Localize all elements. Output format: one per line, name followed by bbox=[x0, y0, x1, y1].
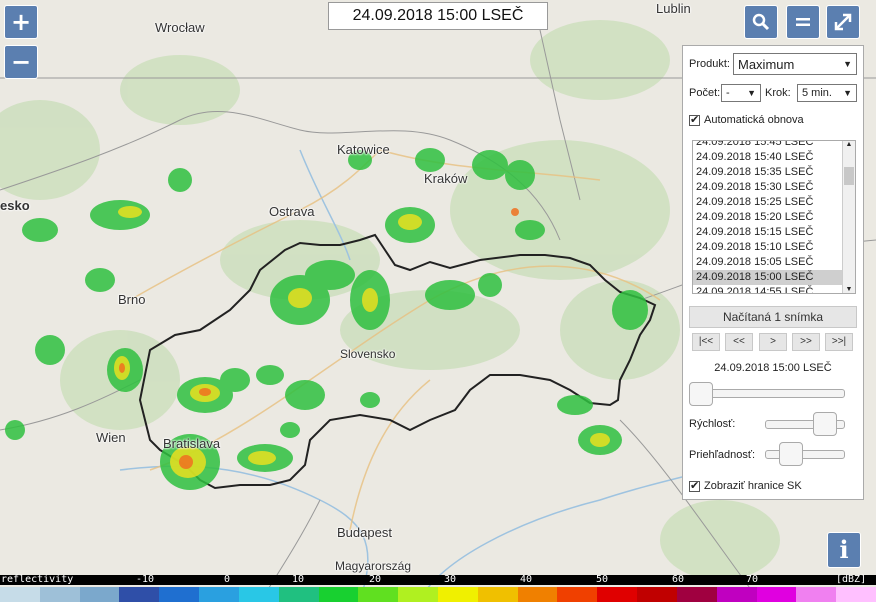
dropdown-arrow-icon: ▼ bbox=[747, 88, 756, 98]
scrollbar-thumb[interactable] bbox=[844, 167, 854, 185]
speed-label: Rýchlosť: bbox=[689, 418, 736, 430]
color-scale-swatch bbox=[836, 587, 876, 602]
timestamp-display: 24.09.2018 15:00 LSEČ bbox=[328, 2, 548, 30]
country-label: esko bbox=[0, 198, 30, 213]
menu-button[interactable] bbox=[786, 5, 820, 39]
time-list-item[interactable]: 24.09.2018 15:30 LSEČ bbox=[693, 180, 855, 195]
city-label: Katowice bbox=[337, 142, 390, 157]
color-scale-swatch bbox=[676, 587, 718, 602]
city-label: Ostrava bbox=[269, 204, 315, 219]
control-panel: Produkt: Maximum ▼ Počet: - ▼ Krok: 5 mi… bbox=[682, 45, 864, 500]
color-scale-swatch bbox=[597, 587, 639, 602]
time-list-item[interactable]: 24.09.2018 15:25 LSEČ bbox=[693, 195, 855, 210]
country-label: Slovensko bbox=[340, 347, 396, 361]
pocet-select[interactable]: - ▼ bbox=[721, 84, 761, 102]
time-list-item[interactable]: 24.09.2018 14:55 LSEČ bbox=[693, 285, 855, 293]
zoom-out-button[interactable]: − bbox=[4, 45, 38, 79]
city-label: Lublin bbox=[656, 1, 691, 16]
color-scale-swatch bbox=[159, 587, 201, 602]
menu-icon bbox=[796, 18, 810, 26]
search-button[interactable] bbox=[744, 5, 778, 39]
color-scale-swatch bbox=[39, 587, 81, 602]
color-scale-swatch bbox=[119, 587, 161, 602]
time-list-item[interactable]: 24.09.2018 15:35 LSEČ bbox=[693, 165, 855, 180]
time-slider[interactable] bbox=[691, 389, 845, 398]
krok-select[interactable]: 5 min. ▼ bbox=[797, 84, 857, 102]
city-label: Wien bbox=[96, 430, 126, 445]
scroll-up-icon[interactable]: ▲ bbox=[843, 141, 855, 148]
city-label: Wrocław bbox=[155, 20, 205, 35]
city-label: Budapest bbox=[337, 525, 392, 540]
color-scale-swatch bbox=[278, 587, 320, 602]
color-scale-swatch bbox=[238, 587, 280, 602]
produkt-label: Produkt: bbox=[689, 58, 730, 70]
color-scale-swatch bbox=[318, 587, 360, 602]
opacity-slider-handle[interactable] bbox=[779, 442, 803, 466]
time-list-scrollbar[interactable]: ▲ ▼ bbox=[842, 141, 855, 293]
search-icon bbox=[752, 13, 770, 31]
loaded-frames-button[interactable]: Načítaná 1 snímka bbox=[689, 306, 857, 328]
time-slider-handle[interactable] bbox=[689, 382, 713, 406]
fullscreen-button[interactable] bbox=[826, 5, 860, 39]
time-list-item[interactable]: 24.09.2018 15:10 LSEČ bbox=[693, 240, 855, 255]
color-scale-swatch bbox=[398, 587, 439, 602]
time-list-item[interactable]: 24.09.2018 15:20 LSEČ bbox=[693, 210, 855, 225]
scroll-down-icon[interactable]: ▼ bbox=[843, 286, 855, 293]
pocet-value: - bbox=[726, 87, 730, 99]
show-borders-label: Zobraziť hranice SK bbox=[704, 480, 802, 492]
next-fast-button[interactable]: >> bbox=[792, 333, 820, 351]
first-frame-button[interactable]: |<< bbox=[692, 333, 720, 351]
time-list[interactable]: 24.09.2018 15:45 LSEČ 24.09.2018 15:40 LS… bbox=[692, 140, 856, 294]
auto-refresh-label: Automatická obnova bbox=[704, 114, 804, 126]
produkt-select[interactable]: Maximum ▼ bbox=[733, 53, 857, 75]
fullscreen-icon bbox=[834, 13, 852, 31]
color-scale-swatch bbox=[756, 587, 798, 602]
city-label: Bratislava bbox=[163, 436, 221, 451]
city-label: Kraków bbox=[424, 171, 468, 186]
color-scale-swatch bbox=[358, 587, 400, 602]
color-scale-swatch bbox=[557, 587, 599, 602]
krok-label: Krok: bbox=[765, 87, 791, 99]
opacity-slider[interactable] bbox=[765, 450, 845, 459]
color-scale-swatch bbox=[716, 587, 758, 602]
color-scale-swatch bbox=[0, 587, 41, 602]
country-label: Magyarország bbox=[335, 559, 412, 573]
info-button[interactable]: i bbox=[827, 532, 861, 568]
color-scale-swatch bbox=[796, 587, 838, 602]
dropdown-arrow-icon: ▼ bbox=[843, 59, 852, 69]
time-list-item[interactable]: 24.09.2018 15:00 LSEČ bbox=[693, 270, 855, 285]
time-list-item[interactable]: 24.09.2018 15:05 LSEČ bbox=[693, 255, 855, 270]
color-scale-swatch bbox=[517, 587, 559, 602]
show-borders-checkbox[interactable] bbox=[689, 479, 700, 492]
auto-refresh-checkbox[interactable] bbox=[689, 113, 700, 126]
pocet-label: Počet: bbox=[689, 87, 721, 99]
produkt-value: Maximum bbox=[738, 56, 795, 72]
time-list-item[interactable]: 24.09.2018 15:40 LSEČ bbox=[693, 150, 855, 165]
last-frame-button[interactable]: >>| bbox=[825, 333, 853, 351]
color-scale-swatch bbox=[199, 587, 240, 602]
color-scale-swatch bbox=[438, 587, 479, 602]
zoom-in-button[interactable]: + bbox=[4, 5, 38, 39]
krok-value: 5 min. bbox=[802, 87, 832, 99]
speed-slider-handle[interactable] bbox=[813, 412, 837, 436]
prev-fast-button[interactable]: << bbox=[725, 333, 753, 351]
time-list-item[interactable]: 24.09.2018 15:15 LSEČ bbox=[693, 225, 855, 240]
current-time-label: 24.09.2018 15:00 LSEČ bbox=[714, 362, 832, 374]
color-scale-swatch bbox=[637, 587, 678, 602]
color-scale bbox=[0, 577, 876, 602]
opacity-label: Priehľadnosť: bbox=[689, 449, 756, 461]
city-label: Brno bbox=[118, 292, 146, 307]
dropdown-arrow-icon: ▼ bbox=[843, 88, 852, 98]
time-list-item[interactable]: 24.09.2018 15:45 LSEČ bbox=[693, 141, 855, 150]
color-scale-swatch bbox=[79, 587, 121, 602]
color-scale-swatch bbox=[477, 587, 519, 602]
next-button[interactable]: > bbox=[759, 333, 787, 351]
